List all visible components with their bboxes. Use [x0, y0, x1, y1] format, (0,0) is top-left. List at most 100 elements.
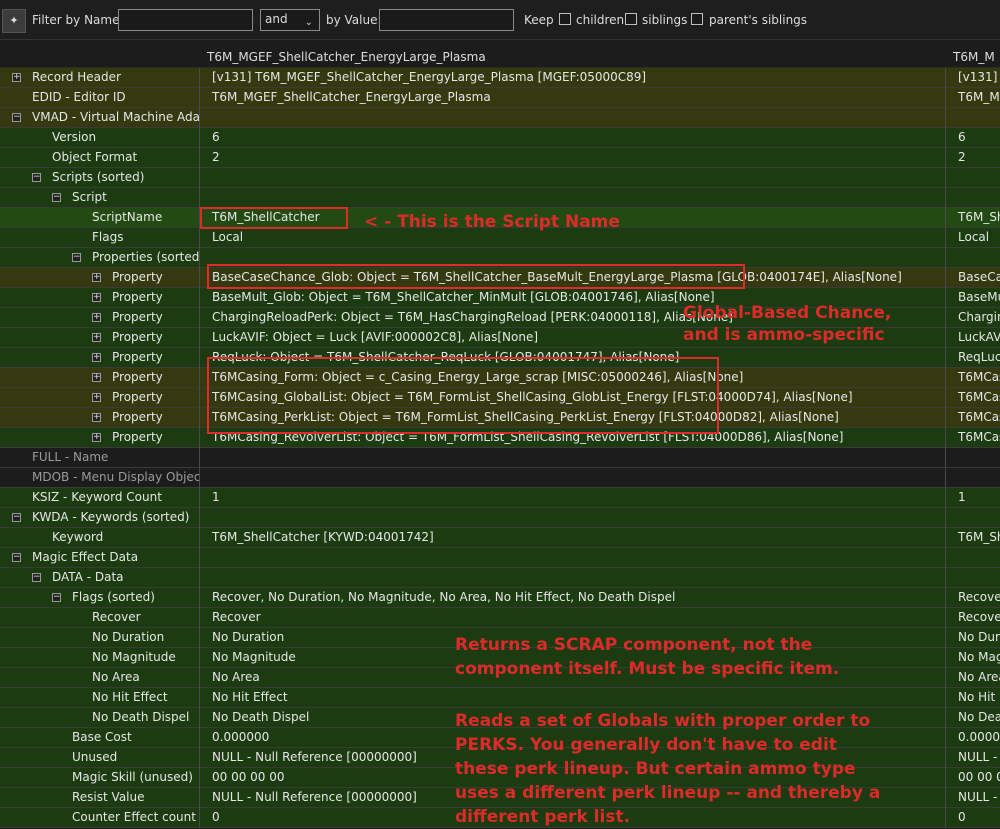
expand-icon[interactable]: + [92, 313, 101, 322]
field-value-cell-2[interactable]: No Area [946, 668, 1000, 688]
field-value-cell[interactable]: 2 [200, 148, 946, 168]
field-value-cell[interactable] [200, 508, 946, 528]
field-value-cell-2[interactable]: 00 00 00 [946, 768, 1000, 788]
keep-parents-siblings-checkbox[interactable] [691, 13, 703, 25]
filter-value-input[interactable] [379, 9, 514, 31]
expand-icon[interactable]: + [92, 333, 101, 342]
record-row[interactable]: − Flags (sorted) Recover, No Duration, No … [0, 588, 1000, 608]
field-value-cell[interactable]: No Hit Effect [200, 688, 946, 708]
field-value-cell-2[interactable] [946, 448, 1000, 468]
field-value-cell-2[interactable]: 0 [946, 808, 1000, 828]
record-row[interactable]: RecoverRecoverRecover [0, 608, 1000, 628]
record-row[interactable]: − KWDA - Keywords (sorted) [0, 508, 1000, 528]
field-value-cell-2[interactable]: No Mag [946, 648, 1000, 668]
field-value-cell[interactable] [200, 448, 946, 468]
field-value-cell[interactable] [200, 568, 946, 588]
field-value-cell[interactable] [200, 548, 946, 568]
record-row[interactable]: MDOB - Menu Display Object [0, 468, 1000, 488]
field-value-cell-2[interactable]: 0.00000 [946, 728, 1000, 748]
record-row[interactable]: Object Format 2 2 [0, 148, 1000, 168]
field-value-cell-2[interactable]: [v131] T [946, 68, 1000, 88]
field-value-cell-2[interactable]: LuckAVI [946, 328, 1000, 348]
field-value-cell-2[interactable] [946, 568, 1000, 588]
field-value-cell-2[interactable]: Recover [946, 608, 1000, 628]
expand-icon[interactable]: + [92, 353, 101, 362]
field-value-cell-2[interactable]: 2 [946, 148, 1000, 168]
collapse-icon[interactable]: − [52, 593, 61, 602]
keep-siblings-checkbox[interactable] [625, 13, 637, 25]
record-row[interactable]: + Record Header [v131] T6M_MGEF_ShellCatch… [0, 68, 1000, 88]
field-value-cell-2[interactable]: Chargin [946, 308, 1000, 328]
record-row[interactable]: No Hit EffectNo Hit EffectNo Hit E [0, 688, 1000, 708]
field-value-cell-2[interactable] [946, 108, 1000, 128]
record-row[interactable]: Version 6 6 [0, 128, 1000, 148]
record-row[interactable]: − Script [0, 188, 1000, 208]
pin-icon[interactable]: ✦ [2, 9, 26, 33]
column-header-record[interactable]: T6M_MGEF_ShellCatcher_EnergyLarge_Plasma [207, 50, 486, 64]
field-value-cell-2[interactable]: No Dura [946, 628, 1000, 648]
field-value-cell-2[interactable]: T6M_MG [946, 88, 1000, 108]
field-value-cell[interactable]: T6M_ShellCatcher [KYWD:04001742] [200, 528, 946, 548]
field-value-cell-2[interactable]: No Hit E [946, 688, 1000, 708]
field-value-cell-2[interactable]: NULL - 0 [946, 748, 1000, 768]
field-value-cell-2[interactable] [946, 508, 1000, 528]
expand-icon[interactable]: + [12, 73, 21, 82]
record-row[interactable]: FULL - Name [0, 448, 1000, 468]
field-value-cell[interactable] [200, 168, 946, 188]
field-value-cell-2[interactable] [946, 548, 1000, 568]
field-value-cell-2[interactable]: Local [946, 228, 1000, 248]
expand-icon[interactable]: + [92, 293, 101, 302]
expand-icon[interactable]: + [92, 433, 101, 442]
field-value-cell[interactable]: 6 [200, 128, 946, 148]
filter-name-input[interactable] [118, 9, 253, 31]
field-value-cell-2[interactable]: T6M_Sh [946, 208, 1000, 228]
field-value-cell-2[interactable] [946, 468, 1000, 488]
expand-icon[interactable]: + [92, 373, 101, 382]
record-row[interactable]: − Magic Effect Data [0, 548, 1000, 568]
collapse-icon[interactable]: − [12, 553, 21, 562]
field-value-cell[interactable] [200, 468, 946, 488]
record-row[interactable]: − Scripts (sorted) [0, 168, 1000, 188]
expand-icon[interactable]: + [92, 413, 101, 422]
field-value-cell-2[interactable]: BaseMu [946, 288, 1000, 308]
field-value-cell-2[interactable]: Recover [946, 588, 1000, 608]
field-value-cell-2[interactable]: 1 [946, 488, 1000, 508]
expand-icon[interactable]: + [92, 273, 101, 282]
record-row[interactable]: − VMAD - Virtual Machine Ada... [0, 108, 1000, 128]
field-value-cell-2[interactable]: T6MCas [946, 368, 1000, 388]
record-row[interactable]: Keyword T6M_ShellCatcher [KYWD:04001742] T… [0, 528, 1000, 548]
field-value-cell-2[interactable]: T6MCas [946, 428, 1000, 448]
field-value-cell-2[interactable]: ReqLuck [946, 348, 1000, 368]
field-value-cell-2[interactable]: No Deat [946, 708, 1000, 728]
field-value-cell-2[interactable] [946, 188, 1000, 208]
field-value-cell-2[interactable]: T6MCas [946, 408, 1000, 428]
field-value-cell[interactable]: Recover, No Duration, No Magnitude, No A… [200, 588, 946, 608]
field-value-cell-2[interactable] [946, 248, 1000, 268]
field-value-cell-2[interactable]: T6MCas [946, 388, 1000, 408]
keep-children-checkbox[interactable] [559, 13, 571, 25]
collapse-icon[interactable]: − [32, 573, 41, 582]
field-value-cell-2[interactable]: BaseCas [946, 268, 1000, 288]
field-value-cell[interactable]: T6M_MGEF_ShellCatcher_EnergyLarge_Plasma [200, 88, 946, 108]
expand-icon[interactable]: + [92, 393, 101, 402]
collapse-icon[interactable]: − [52, 193, 61, 202]
record-row[interactable]: − DATA - Data [0, 568, 1000, 588]
field-value-cell[interactable]: [v131] T6M_MGEF_ShellCatcher_EnergyLarge… [200, 68, 946, 88]
record-row[interactable]: KSIZ - Keyword Count 1 1 [0, 488, 1000, 508]
field-value-cell-2[interactable]: 6 [946, 128, 1000, 148]
collapse-icon[interactable]: − [12, 513, 21, 522]
field-value-cell[interactable] [200, 188, 946, 208]
field-value-cell[interactable]: Recover [200, 608, 946, 628]
field-value-cell-2[interactable] [946, 168, 1000, 188]
filter-operator-select[interactable]: and ⌄ [260, 9, 320, 31]
field-value-cell[interactable] [200, 108, 946, 128]
collapse-icon[interactable]: − [72, 253, 81, 262]
collapse-icon[interactable]: − [32, 173, 41, 182]
collapse-icon[interactable]: − [12, 113, 21, 122]
record-row[interactable]: EDID - Editor ID T6M_MGEF_ShellCatcher_En… [0, 88, 1000, 108]
field-value-cell-2[interactable]: NULL - 0 [946, 788, 1000, 808]
column-header-record-2[interactable]: T6M_M [953, 50, 995, 64]
field-name: Object Format [52, 150, 138, 164]
field-value-cell[interactable]: 1 [200, 488, 946, 508]
field-value-cell-2[interactable]: T6M_Sh [946, 528, 1000, 548]
